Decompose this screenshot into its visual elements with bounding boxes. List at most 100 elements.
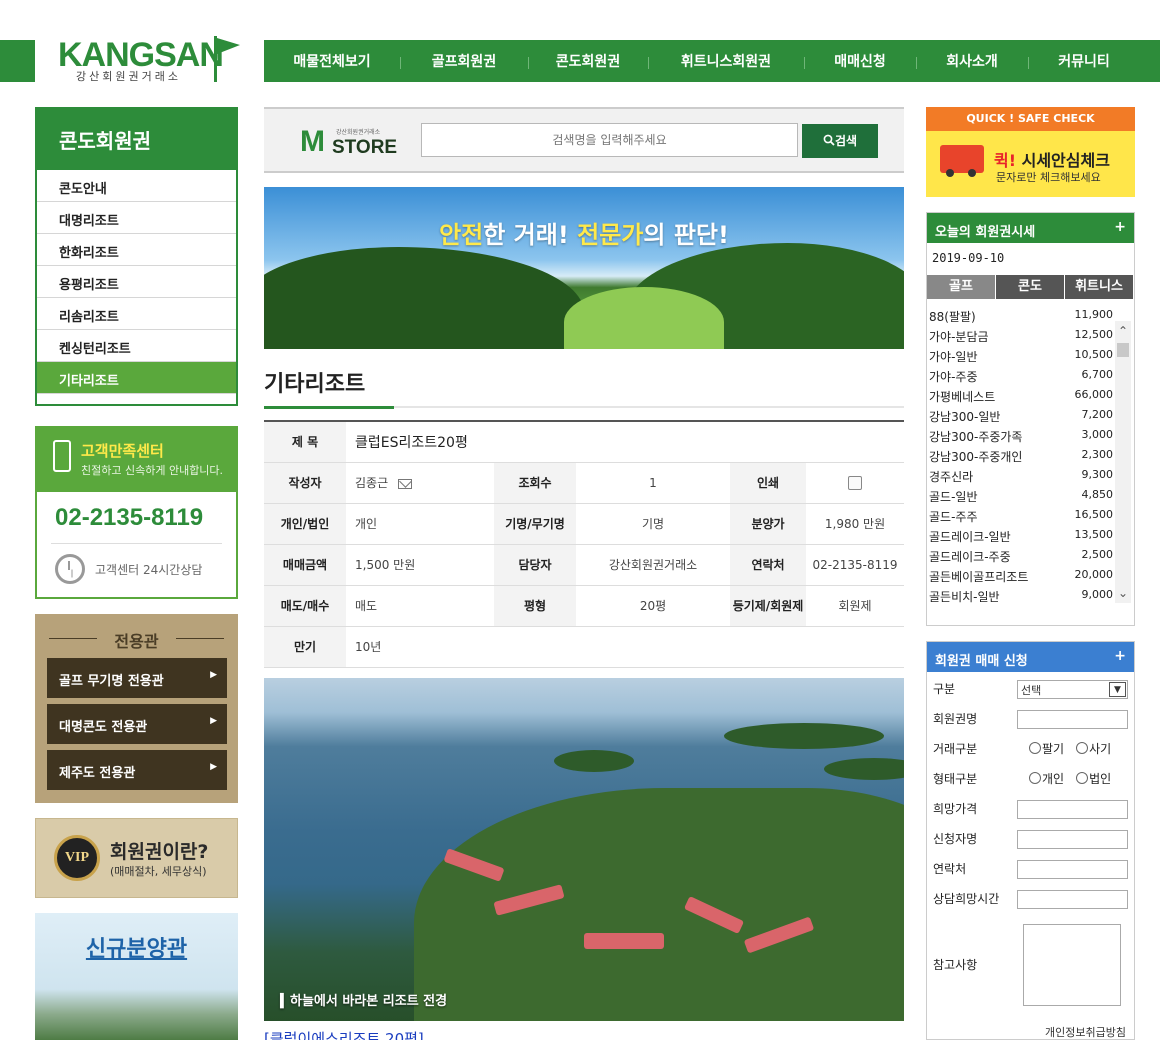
manager-label: 담당자: [494, 544, 576, 586]
nav-condo[interactable]: 콘도회원권: [528, 51, 648, 71]
membership-name-input[interactable]: [1017, 710, 1128, 729]
sidebar-item-condo-guide[interactable]: 콘도안내: [37, 170, 236, 202]
sale-value: 1,500 만원: [346, 544, 494, 586]
quick-check-bar: QUICK ! SAFE CHECK: [926, 107, 1135, 131]
chevron-up-icon[interactable]: ⌃: [1115, 323, 1131, 339]
nav-company[interactable]: 회사소개: [916, 51, 1028, 71]
list-item[interactable]: 88(팔팔) 11,900: [929, 308, 1113, 328]
chevron-down-icon[interactable]: ⌄: [1115, 585, 1131, 601]
views-value: 1: [576, 462, 730, 504]
desired-price-input[interactable]: [1017, 800, 1128, 819]
jeju-button[interactable]: 제주도 전용관 ▶: [47, 750, 227, 790]
golf-anonymous-button[interactable]: 골프 무기명 전용관 ▶: [47, 658, 227, 698]
vip-banner[interactable]: VIP 회원권이란? (매매절차, 세무상식): [35, 818, 238, 898]
tab-fitness[interactable]: 휘트니스: [1065, 275, 1134, 299]
trade-label: 매도/매수: [264, 585, 346, 627]
scroll-thumb[interactable]: [1117, 343, 1129, 357]
price-item-name: 골드-주주: [929, 510, 978, 524]
radio-corporate[interactable]: 법인: [1076, 770, 1111, 787]
notes-label: 참고사항: [933, 958, 978, 972]
list-item[interactable]: 골든비치-일반 9,000: [929, 588, 1113, 608]
table-row: 만기 10년: [264, 626, 904, 668]
radio-buy[interactable]: 사기: [1076, 740, 1111, 757]
new-sale-banner[interactable]: 신규분양관: [35, 913, 238, 1040]
list-item[interactable]: 골든베이골프리조트 20,000: [929, 568, 1113, 588]
list-item[interactable]: 강남300-주중가족 3,000: [929, 428, 1113, 448]
form-type-label: 형태구분: [933, 772, 978, 786]
sidebar-item-daemyung[interactable]: 대명리조트: [37, 202, 236, 234]
price-item-name: 강남300-주중개인: [929, 450, 1023, 464]
nav-all-listings[interactable]: 매물전체보기: [264, 51, 400, 71]
trade-type-radios: 팔기 사기: [1029, 740, 1111, 757]
plus-icon[interactable]: +: [1114, 648, 1126, 664]
radio-sell[interactable]: 팔기: [1029, 740, 1064, 757]
price-scrollbar[interactable]: ⌃ ⌄: [1115, 321, 1131, 603]
radio-circle: [1076, 742, 1089, 754]
quick-check-banner[interactable]: QUICK ! SAFE CHECK 퀵! 시세안심체크 문자로만 체크해보세요: [926, 107, 1135, 197]
list-item[interactable]: 강남300-주중개인 2,300: [929, 448, 1113, 468]
nav-trade-request[interactable]: 매매신청: [804, 51, 916, 71]
price-item-value: 12,500: [1074, 328, 1114, 341]
sidebar-item-risom[interactable]: 리솜리조트: [37, 298, 236, 330]
exclusive-panel: 전용관 골프 무기명 전용관 ▶ 대명콘도 전용관 ▶ 제주도 전용관 ▶: [35, 614, 238, 803]
sidebar-item-kensington[interactable]: 켄싱턴리조트: [37, 330, 236, 362]
sidebar-menu: 콘도회원권 콘도안내 대명리조트 한화리조트 용평리조트 리솜리조트 켄싱턴리조…: [35, 107, 238, 406]
list-item[interactable]: 강남300-일반 7,200: [929, 408, 1113, 428]
mstore-m: M: [300, 125, 325, 158]
author-label: 작성자: [264, 462, 346, 504]
search-button[interactable]: 검색: [802, 124, 878, 158]
phone-icon: [53, 440, 71, 472]
list-item[interactable]: 골드-주주 16,500: [929, 508, 1113, 528]
listing-link[interactable]: [클럽이에스리조트 20평]: [264, 1028, 424, 1040]
list-item[interactable]: 가야-분담금 12,500: [929, 328, 1113, 348]
form-type-radios: 개인 법인: [1029, 770, 1111, 787]
mail-icon[interactable]: [398, 478, 413, 489]
type-label: 개인/법인: [264, 503, 346, 545]
table-row: 제 목 클럽ES리조트20평: [264, 421, 904, 463]
sidebar-item-hanwha[interactable]: 한화리조트: [37, 234, 236, 266]
nav-golf[interactable]: 골프회원권: [400, 51, 528, 71]
sidebar-title: 콘도회원권: [37, 109, 236, 170]
print-cell: [806, 462, 904, 504]
named-value: 기명: [576, 503, 730, 545]
list-item[interactable]: 가평베네스트 66,000: [929, 388, 1113, 408]
category-select-value: 선택: [1021, 684, 1042, 697]
privacy-policy-link[interactable]: 개인정보취급방침: [1045, 1024, 1126, 1040]
list-item[interactable]: 골드레이크-일반 13,500: [929, 528, 1113, 548]
daemyung-condo-button[interactable]: 대명콘도 전용관 ▶: [47, 704, 227, 744]
price-item-value: 20,000: [1074, 568, 1114, 581]
sidebar-item-other[interactable]: 기타리조트: [37, 362, 236, 394]
banner-hill: [264, 247, 584, 349]
plus-icon[interactable]: +: [1114, 219, 1126, 235]
tab-condo[interactable]: 콘도: [996, 275, 1065, 299]
nav-fitness[interactable]: 휘트니스회원권: [648, 51, 804, 71]
list-item[interactable]: 가야-주중 6,700: [929, 368, 1113, 388]
list-item[interactable]: 경주신라 9,300: [929, 468, 1113, 488]
print-icon[interactable]: [848, 475, 862, 490]
list-item[interactable]: 골드-일반 4,850: [929, 488, 1113, 508]
trade-request-header: 회원권 매매 신청 +: [927, 642, 1134, 672]
photo-island: [824, 758, 904, 780]
sidebar-item-yongpyong[interactable]: 용평리조트: [37, 266, 236, 298]
consult-time-input[interactable]: [1017, 890, 1128, 909]
size-label: 평형: [494, 585, 576, 627]
nav-community[interactable]: 커뮤니티: [1028, 51, 1140, 71]
logo[interactable]: KANGSAN 강산회원권거래소: [56, 36, 246, 86]
contact-input[interactable]: [1017, 860, 1128, 879]
list-item[interactable]: 가야-일반 10,500: [929, 348, 1113, 368]
price-item-value: 3,000: [1081, 428, 1114, 441]
main-navigation: 매물전체보기 골프회원권 콘도회원권 휘트니스회원권 매매신청 회사소개 커뮤니…: [264, 40, 1160, 82]
expire-label: 만기: [264, 626, 346, 668]
photo-caption-text: 하늘에서 바라본 리조트 전경: [290, 994, 448, 1009]
price-list: 88(팔팔) 11,900 가야-분담금 12,500 가야-일반 10,500 가야-주중…: [929, 308, 1113, 608]
category-select[interactable]: 선택 ▼: [1017, 680, 1128, 699]
applicant-name-input[interactable]: [1017, 830, 1128, 849]
radio-corporate-label: 법인: [1089, 772, 1112, 786]
radio-individual[interactable]: 개인: [1029, 770, 1064, 787]
search-input[interactable]: [421, 123, 798, 157]
tab-golf[interactable]: 골프: [927, 275, 996, 299]
list-item[interactable]: 골드레이크-주중 2,500: [929, 548, 1113, 568]
notes-textarea[interactable]: [1023, 924, 1121, 1006]
chevron-down-icon: ▼: [1109, 682, 1126, 697]
price-item-value: 9,000: [1081, 588, 1114, 601]
